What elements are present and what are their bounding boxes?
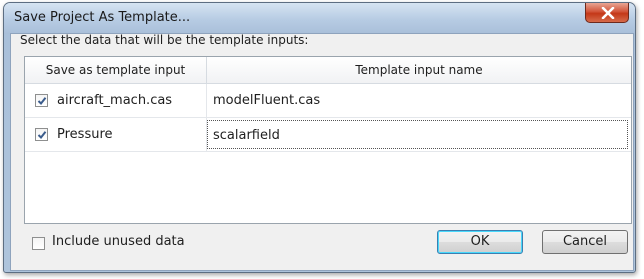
close-button[interactable] [585,3,629,23]
source-cell: Pressure [25,118,207,151]
cancel-button[interactable]: Cancel [542,230,628,254]
instruction-text: Select the data that will be the templat… [20,33,309,47]
template-name: scalarfield [213,128,280,143]
title-bar[interactable]: Save Project As Template... [4,3,635,34]
close-icon [601,7,615,19]
source-cell: aircraft_mach.cas [25,84,207,117]
row-checkbox[interactable] [35,128,48,141]
include-unused-label: Include unused data [52,234,185,249]
table-row[interactable]: aircraft_mach.cas modelFluent.cas [25,84,631,118]
template-name-cell-editing[interactable]: scalarfield [207,120,628,149]
template-name: modelFluent.cas [213,93,321,108]
template-inputs-table: Save as template input Template input na… [24,56,632,224]
template-name-cell[interactable]: modelFluent.cas [207,84,631,117]
source-name: aircraft_mach.cas [57,93,173,108]
ok-button[interactable]: OK [437,230,523,254]
source-name: Pressure [57,127,113,142]
table-header: Save as template input Template input na… [25,57,631,84]
dialog-title: Save Project As Template... [14,10,191,25]
checkmark-icon [37,97,47,106]
row-checkbox[interactable] [35,94,48,107]
column-header-save-as-input[interactable]: Save as template input [25,57,207,83]
checkmark-icon [37,131,47,140]
include-unused-checkbox[interactable] [32,237,45,250]
table-row[interactable]: Pressure scalarfield [25,118,631,152]
column-header-template-name[interactable]: Template input name [207,57,631,83]
